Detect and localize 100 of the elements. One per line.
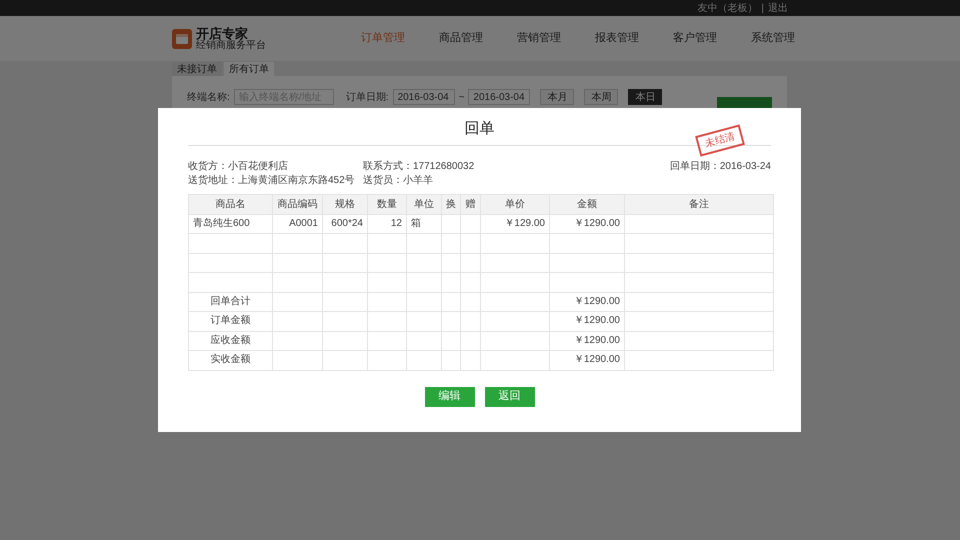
table-cell xyxy=(407,332,442,351)
date-separator: ~ xyxy=(458,90,464,104)
table-cell: 箱 xyxy=(407,214,442,234)
status-stamp: 未结清 xyxy=(695,124,745,157)
separator: | xyxy=(761,2,764,16)
column-header: 商品编码 xyxy=(273,195,323,214)
nav-tab[interactable]: 订单管理 xyxy=(344,30,422,47)
table-cell xyxy=(368,292,407,312)
period-button[interactable]: 本日 xyxy=(628,89,662,105)
table-cell xyxy=(323,351,368,370)
table-cell xyxy=(368,254,407,273)
table-cell xyxy=(368,312,407,332)
table-cell xyxy=(323,273,368,292)
nav-tab[interactable]: 客户管理 xyxy=(656,30,734,47)
table-cell: 应收金额 xyxy=(189,332,273,351)
table-cell xyxy=(481,351,550,370)
dialog-button[interactable]: 返回 xyxy=(484,386,534,406)
table-cell xyxy=(442,273,461,292)
nav-tab[interactable]: 系统管理 xyxy=(734,30,812,47)
table-cell xyxy=(481,332,550,351)
table-cell xyxy=(323,332,368,351)
table-cell xyxy=(273,292,323,312)
nav-tab[interactable]: 报表管理 xyxy=(578,30,656,47)
return-date-text: 回单日期：2016-03-24 xyxy=(670,160,771,174)
table-cell xyxy=(461,214,481,234)
table-cell xyxy=(273,312,323,332)
table-cell xyxy=(273,332,323,351)
sub-tab[interactable]: 所有订单 xyxy=(224,62,274,76)
sub-tab[interactable]: 未接订单 xyxy=(172,62,222,76)
date-to-field[interactable]: 2016-03-04 xyxy=(468,89,530,105)
table-cell xyxy=(323,234,368,254)
table-cell xyxy=(461,292,481,312)
column-header: 赠 xyxy=(461,195,481,214)
table-cell xyxy=(442,332,461,351)
table-cell xyxy=(407,234,442,254)
table-cell xyxy=(461,254,481,273)
period-button[interactable]: 本周 xyxy=(584,89,618,105)
table-cell xyxy=(481,254,550,273)
period-button[interactable]: 本月 xyxy=(540,89,574,105)
table-cell: A0001 xyxy=(273,214,323,234)
nav-tab[interactable]: 商品管理 xyxy=(422,30,500,47)
table-cell xyxy=(273,234,323,254)
table-cell xyxy=(407,351,442,370)
column-header: 金额 xyxy=(550,195,625,214)
table-cell xyxy=(368,351,407,370)
dialog-button[interactable]: 编辑 xyxy=(424,386,474,406)
column-header: 商品名 xyxy=(189,195,273,214)
filter-label: 终端名称: xyxy=(187,90,230,104)
table-cell xyxy=(481,292,550,312)
table-cell xyxy=(461,312,481,332)
table-cell: 实收金额 xyxy=(189,351,273,370)
table-cell xyxy=(368,332,407,351)
table-cell xyxy=(368,273,407,292)
table-cell xyxy=(442,254,461,273)
table-cell: ￥1290.00 xyxy=(550,312,625,332)
table-cell: 回单合计 xyxy=(189,292,273,312)
table-cell xyxy=(481,312,550,332)
table-cell xyxy=(407,254,442,273)
table-cell xyxy=(461,273,481,292)
filter-label: 订单日期: xyxy=(346,90,389,104)
column-header: 数量 xyxy=(368,195,407,214)
table-cell xyxy=(442,351,461,370)
table-cell xyxy=(273,351,323,370)
table-cell xyxy=(273,254,323,273)
table-cell: 青岛纯生600 xyxy=(189,214,273,234)
table-cell: 600*24 xyxy=(323,214,368,234)
table-cell: ￥1290.00 xyxy=(550,292,625,312)
table-cell xyxy=(442,292,461,312)
courier-text: 送货员：小羊羊 xyxy=(363,174,434,188)
logo-title: 开店专家 xyxy=(196,26,248,40)
logo-subtitle: 经销商服务平台 xyxy=(196,40,266,50)
table-cell xyxy=(461,332,481,351)
column-header: 备注 xyxy=(625,195,774,214)
nav-tab[interactable]: 营销管理 xyxy=(500,30,578,47)
table-cell: ￥1290.00 xyxy=(550,214,625,234)
logout-link[interactable]: 退出 xyxy=(768,0,788,16)
table-cell xyxy=(323,292,368,312)
table-cell: 12 xyxy=(368,214,407,234)
table-cell xyxy=(461,351,481,370)
column-header: 单位 xyxy=(407,195,442,214)
table-cell: ￥1290.00 xyxy=(550,351,625,370)
table-cell: 订单金额 xyxy=(189,312,273,332)
column-header: 换 xyxy=(442,195,461,214)
column-header: 单价 xyxy=(481,195,550,214)
table-cell xyxy=(481,273,550,292)
table-cell xyxy=(368,234,407,254)
address-text: 送货地址：上海黄浦区南京东路452号 xyxy=(188,174,356,188)
table-cell xyxy=(407,292,442,312)
table-cell xyxy=(323,312,368,332)
shop-logo-icon xyxy=(172,28,192,48)
table-cell xyxy=(407,273,442,292)
table-cell xyxy=(407,312,442,332)
table-cell: ￥129.00 xyxy=(481,214,550,234)
table-cell xyxy=(442,234,461,254)
receiver-text: 收货方：小百花便利店 xyxy=(188,160,289,174)
table-cell xyxy=(442,214,461,234)
table-cell xyxy=(481,234,550,254)
date-from-field[interactable]: 2016-03-04 xyxy=(392,89,455,105)
user-name[interactable]: 友中（老板） xyxy=(697,0,758,16)
table-cell xyxy=(442,312,461,332)
